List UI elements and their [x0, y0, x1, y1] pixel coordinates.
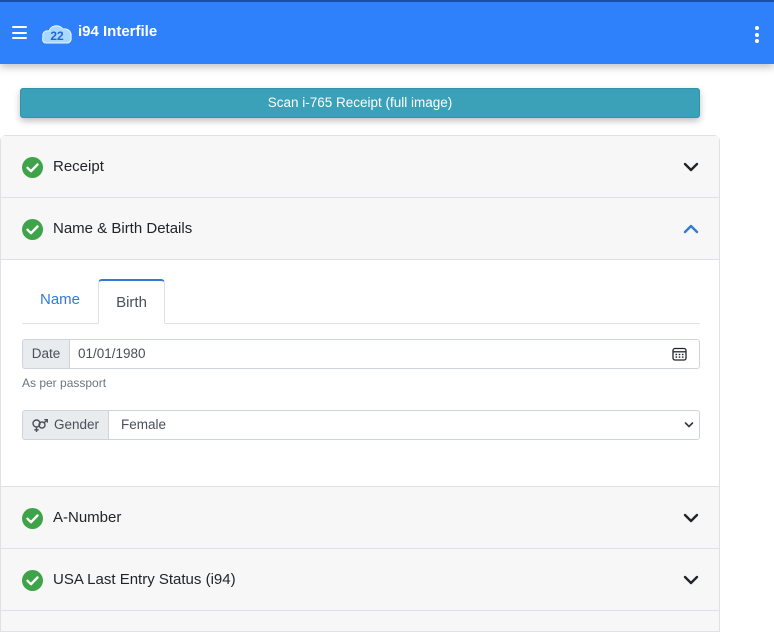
- check-circle-icon: [22, 570, 43, 591]
- app-bar: 22 i94 Interfile: [0, 0, 774, 64]
- gender-select[interactable]: Female: [108, 410, 700, 440]
- birth-date-field[interactable]: 01/01/1980: [69, 339, 700, 369]
- gender-group: Gender Female: [22, 410, 700, 440]
- section-title: A-Number: [53, 509, 122, 526]
- gender-value: Female: [121, 417, 167, 432]
- gender-icon: [32, 418, 48, 432]
- chevron-down-icon[interactable]: [683, 511, 699, 525]
- date-label: Date: [22, 339, 69, 369]
- calendar-icon[interactable]: [672, 347, 687, 361]
- menu-icon[interactable]: [12, 26, 27, 39]
- check-circle-icon: [22, 157, 43, 178]
- chevron-down-icon[interactable]: [683, 573, 699, 587]
- section-name-birth-header[interactable]: Name & Birth Details: [1, 198, 719, 260]
- section-name-birth-body: Name Birth Date 01/01/1980 As per passpo: [1, 260, 719, 487]
- check-circle-icon: [22, 508, 43, 529]
- tab-birth[interactable]: Birth: [98, 279, 165, 324]
- chevron-down-icon[interactable]: [683, 160, 699, 174]
- details-accordion: Receipt Name & Birth Details Name Birth …: [0, 135, 720, 632]
- section-title: Receipt: [53, 158, 104, 175]
- check-circle-icon: [22, 219, 43, 240]
- date-helper-text: As per passport: [22, 376, 107, 390]
- birth-date-group: Date 01/01/1980: [22, 339, 700, 369]
- gender-label-addon: Gender: [22, 410, 108, 440]
- logo-text: 22: [50, 29, 64, 43]
- section-last-entry-header[interactable]: USA Last Entry Status (i94): [1, 549, 719, 611]
- section-receipt-header[interactable]: Receipt: [1, 136, 719, 198]
- name-birth-tabs: Name Birth: [22, 279, 700, 324]
- app-logo: 22: [42, 25, 72, 44]
- tab-name[interactable]: Name: [22, 279, 98, 323]
- chevron-up-icon[interactable]: [683, 222, 699, 236]
- birth-date-value: 01/01/1980: [78, 346, 146, 361]
- gender-label: Gender: [54, 417, 100, 432]
- section-title: USA Last Entry Status (i94): [53, 571, 236, 588]
- section-title: Name & Birth Details: [53, 220, 193, 237]
- scan-receipt-button[interactable]: Scan i-765 Receipt (full image): [20, 88, 700, 118]
- chevron-down-icon: [684, 422, 694, 428]
- kebab-menu-icon[interactable]: [752, 26, 762, 44]
- section-a-number-header[interactable]: A-Number: [1, 487, 719, 549]
- next-section-header-partial: [1, 611, 719, 631]
- app-title: i94 Interfile: [78, 23, 158, 40]
